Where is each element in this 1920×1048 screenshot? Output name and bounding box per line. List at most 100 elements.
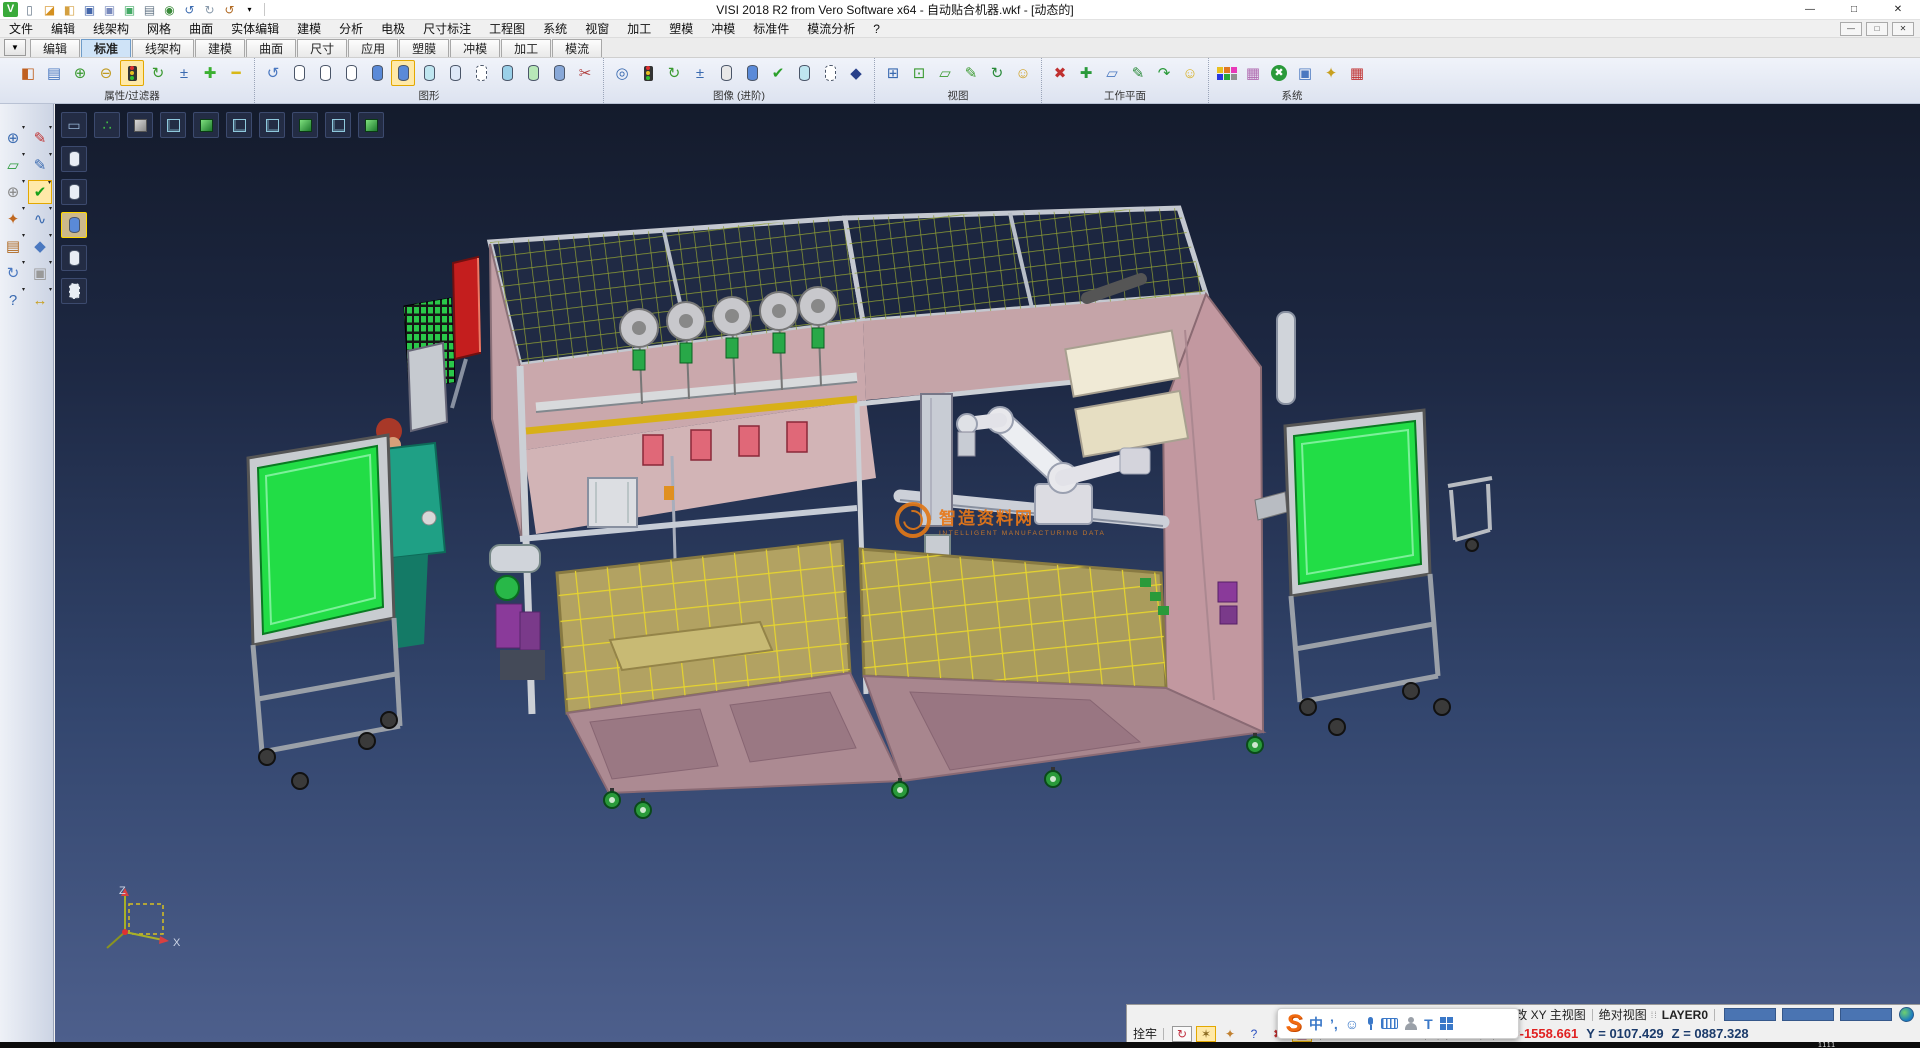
tab-3[interactable]: 建模 <box>195 39 245 57</box>
section-cut-icon[interactable]: ✂ <box>573 60 597 86</box>
menu-item-17[interactable]: 模流分析 <box>798 20 864 38</box>
cylinder-shaded-icon[interactable] <box>365 60 389 86</box>
close-button[interactable]: ✕ <box>1876 0 1920 20</box>
workplane-create-icon[interactable]: ✚ <box>1074 60 1098 86</box>
tab-8[interactable]: 冲模 <box>450 39 500 57</box>
view-sketch-icon[interactable]: ✎ <box>959 60 983 86</box>
qat-dropdown-icon[interactable]: ▾ <box>241 2 258 18</box>
globe-icon[interactable] <box>1899 1007 1914 1022</box>
menu-item-10[interactable]: 工程图 <box>480 20 534 38</box>
flat-mode-button[interactable] <box>61 245 87 271</box>
zoom-select-icon[interactable]: ⊕ <box>1 126 25 150</box>
show-entities-icon[interactable]: ⊕ <box>68 60 92 86</box>
menu-item-14[interactable]: 塑模 <box>660 20 702 38</box>
layer-swatch-2[interactable] <box>1840 1008 1892 1021</box>
menu-item-7[interactable]: 分析 <box>330 20 372 38</box>
grid-red-icon[interactable]: ▦ <box>1345 60 1369 86</box>
cylinder-wire-icon[interactable] <box>287 60 311 86</box>
open-file-icon[interactable]: ◪ <box>41 2 58 18</box>
view-face-icon[interactable]: ☺ <box>1011 60 1035 86</box>
layers-palette-icon[interactable]: ▤ <box>1 234 25 258</box>
image-refresh-icon[interactable]: ↻ <box>662 60 686 86</box>
ime-mic-icon[interactable] <box>1366 1017 1374 1030</box>
menu-item-9[interactable]: 尺寸标注 <box>414 20 480 38</box>
tab-dropdown-button[interactable]: ▼ <box>4 39 26 56</box>
screen-view-button[interactable]: ▭ <box>61 112 87 138</box>
ucs-axes-icon[interactable]: ✦ <box>1 207 25 231</box>
menu-item-6[interactable]: 建模 <box>288 20 330 38</box>
select-hand-icon[interactable]: ✦ <box>1319 60 1343 86</box>
zoom-all-icon[interactable]: ⊡ <box>907 60 931 86</box>
iso-view-button[interactable] <box>193 112 219 138</box>
remove-filter-icon[interactable]: ━ <box>224 60 248 86</box>
maximize-button[interactable]: □ <box>1832 0 1876 20</box>
image-show-icon[interactable]: ◎ <box>610 60 634 86</box>
tab-4[interactable]: 曲面 <box>246 39 296 57</box>
new-file-icon[interactable]: ▯ <box>21 2 38 18</box>
window-settings-icon[interactable]: ▣ <box>1293 60 1317 86</box>
tab-10[interactable]: 模流 <box>552 39 602 57</box>
shaded-mode-button[interactable] <box>61 212 87 238</box>
measure-icon[interactable]: ↔ <box>28 288 52 312</box>
stamp-icon[interactable]: ✦ <box>1220 1026 1240 1042</box>
cube-wire-button[interactable] <box>160 112 186 138</box>
tab-7[interactable]: 塑膜 <box>399 39 449 57</box>
redo-icon[interactable]: ↻ <box>201 2 218 18</box>
ime-emoji-icon[interactable]: ☺ <box>1345 1016 1359 1032</box>
top-view-button[interactable] <box>358 112 384 138</box>
cylinder-cyan-icon[interactable] <box>792 60 816 86</box>
menu-item-18[interactable]: ? <box>864 20 889 38</box>
plane-grips-icon[interactable]: ▱ <box>1 153 25 177</box>
menu-item-8[interactable]: 电极 <box>372 20 414 38</box>
help-icon[interactable]: ? <box>1 288 25 312</box>
workplane-face-icon[interactable]: ☺ <box>1178 60 1202 86</box>
view-plane-icon[interactable]: ▱ <box>933 60 957 86</box>
menu-item-1[interactable]: 编辑 <box>42 20 84 38</box>
filter-traffic-light-icon[interactable] <box>120 60 144 86</box>
menu-item-12[interactable]: 视窗 <box>576 20 618 38</box>
lock-label[interactable]: 拴牢 <box>1133 1025 1157 1042</box>
front-view-button[interactable] <box>226 112 252 138</box>
mdi-restore-button[interactable]: □ <box>1866 22 1888 36</box>
tab-1[interactable]: 标准 <box>81 39 131 57</box>
minimize-button[interactable]: — <box>1788 0 1832 20</box>
menu-item-0[interactable]: 文件 <box>0 20 42 38</box>
mdi-close-button[interactable]: ✕ <box>1892 22 1914 36</box>
ime-account-icon[interactable] <box>1405 1017 1417 1030</box>
hide-entities-icon[interactable]: ⊖ <box>94 60 118 86</box>
mdi-minimize-button[interactable]: — <box>1840 22 1862 36</box>
ime-keyboard-icon[interactable] <box>1381 1018 1398 1029</box>
cylinder-analysis-icon[interactable] <box>495 60 519 86</box>
regen-icon[interactable]: ↻ <box>1 261 25 285</box>
cylinder-bw-icon[interactable] <box>714 60 738 86</box>
add-filter-icon[interactable]: ✚ <box>198 60 222 86</box>
menu-item-16[interactable]: 标准件 <box>744 20 798 38</box>
tab-9[interactable]: 加工 <box>501 39 551 57</box>
shield-icon[interactable]: ◆ <box>844 60 868 86</box>
refresh-filter-icon[interactable]: ↻ <box>146 60 170 86</box>
tab-2[interactable]: 线架构 <box>132 39 194 57</box>
hidden-line-button[interactable] <box>61 179 87 205</box>
transparent-mode-button[interactable] <box>61 278 87 304</box>
iso2-view-button[interactable] <box>292 112 318 138</box>
cylinder-shaded-edges-icon[interactable] <box>391 60 415 86</box>
sogou-logo[interactable]: S <box>1286 1012 1302 1036</box>
view-refresh-icon[interactable]: ↻ <box>985 60 1009 86</box>
show-hide-toggle-icon[interactable]: ± <box>172 60 196 86</box>
workplane-rotate-icon[interactable]: ↷ <box>1152 60 1176 86</box>
machine-3d-model[interactable] <box>55 104 1920 1042</box>
menu-item-3[interactable]: 网格 <box>138 20 180 38</box>
absolute-view-label[interactable]: 绝对视图 <box>1599 1006 1647 1023</box>
status-help-icon[interactable]: ? <box>1244 1026 1264 1042</box>
confirm-icon[interactable]: ✔ <box>28 180 52 204</box>
workplane-sketch-icon[interactable]: ✎ <box>1126 60 1150 86</box>
tab-6[interactable]: 应用 <box>348 39 398 57</box>
menu-item-11[interactable]: 系统 <box>534 20 576 38</box>
ime-lang-chinese[interactable]: 中 <box>1309 1014 1323 1034</box>
back-view-button[interactable] <box>325 112 351 138</box>
windows-panes-icon[interactable]: ◆ <box>28 234 52 258</box>
ime-toolbox-icon[interactable] <box>1440 1017 1454 1031</box>
image-toggle-icon[interactable]: ± <box>688 60 712 86</box>
ime-toolbar[interactable]: S中’,☺T <box>1277 1008 1519 1039</box>
visi-logo[interactable]: V <box>3 2 18 17</box>
